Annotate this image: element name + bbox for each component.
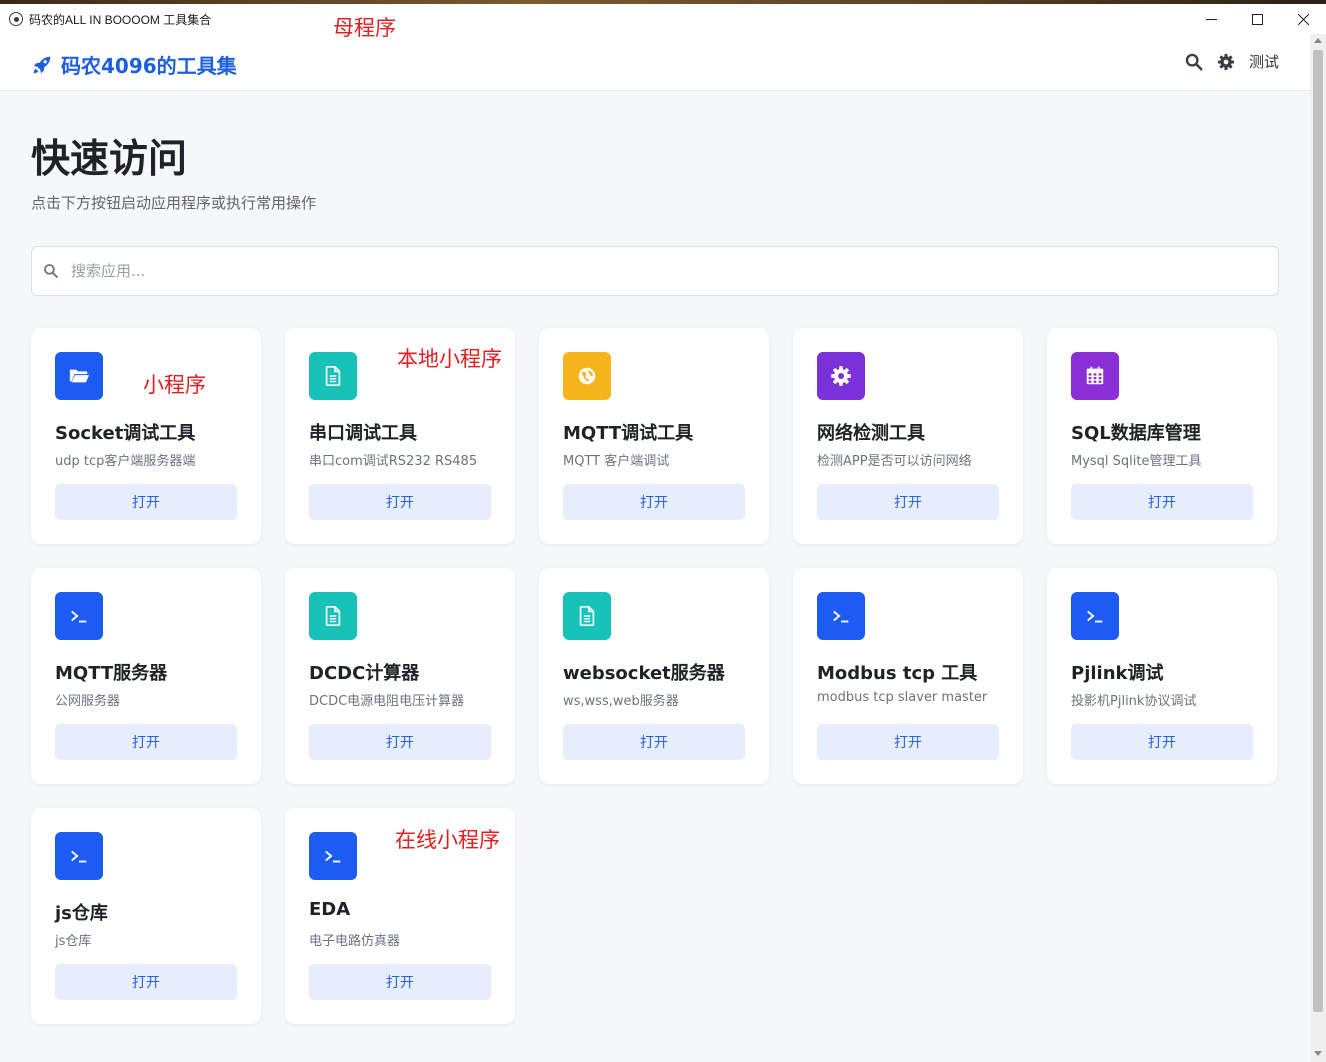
card-description: js仓库 — [55, 934, 92, 949]
app-header: 码农4096的工具集 测试 — [0, 34, 1310, 91]
card-description: 检测APP是否可以访问网络 — [817, 454, 972, 469]
app-card[interactable]: Socket调试工具 udp tcp客户端服务器端打开 — [31, 328, 261, 544]
scroll-down-arrow-icon[interactable] — [1314, 1051, 1322, 1056]
annotation-online-mini-program: 在线小程序 — [395, 828, 500, 852]
card-description: DCDC电源电阻电压计算器 — [309, 694, 465, 709]
scrollbar[interactable] — [1310, 34, 1326, 1062]
maximize-icon — [1251, 13, 1263, 25]
app-card[interactable]: Pjlink调试投影机Pjlink协议调试打开 — [1047, 568, 1277, 784]
annotation-parent-program: 母程序 — [333, 16, 396, 40]
card-description: 公网服务器 — [55, 694, 121, 709]
open-button[interactable]: 打开 — [55, 724, 237, 760]
page-title: 快速访问 — [31, 137, 188, 182]
gear-icon — [817, 352, 865, 400]
globe-icon — [563, 352, 611, 400]
card-title: 网络检测工具 — [817, 423, 925, 444]
card-title: websocket服务器 — [563, 663, 725, 684]
app-card[interactable]: 网络检测工具检测APP是否可以访问网络打开 — [793, 328, 1023, 544]
app-card[interactable]: SQL数据库管理 Mysql Sqlite管理工具打开 — [1047, 328, 1277, 544]
card-title: EDA — [309, 899, 351, 920]
app-card[interactable]: Modbus tcp 工具 modbus tcp slaver master 打开 — [793, 568, 1023, 784]
card-title: DCDC计算器 — [309, 663, 420, 684]
card-title: js仓库 — [55, 903, 108, 924]
annotation-mini-program: 小程序 — [143, 373, 206, 397]
card-title: MQTT服务器 — [55, 663, 168, 684]
file-icon — [563, 592, 611, 640]
terminal-icon — [817, 592, 865, 640]
terminal-icon — [55, 592, 103, 640]
app-card[interactable]: websocket服务器 ws,wss,web服务器打开 — [539, 568, 769, 784]
page-subtitle: 点击下方按钮启动应用程序或执行常用操作 — [31, 194, 317, 212]
open-button[interactable]: 打开 — [309, 724, 491, 760]
file-icon — [309, 352, 357, 400]
open-button[interactable]: 打开 — [1071, 484, 1253, 520]
annotation-local-mini-program: 本地小程序 — [397, 347, 502, 371]
card-title: Socket调试工具 — [55, 423, 196, 444]
brand-title: 码农4096的工具集 — [61, 54, 237, 78]
card-description: ws,wss,web服务器 — [563, 694, 679, 709]
calendar-icon — [1071, 352, 1119, 400]
card-description: udp tcp客户端服务器端 — [55, 454, 196, 469]
scroll-up-arrow-icon[interactable] — [1314, 38, 1322, 43]
folder-open-icon — [55, 352, 103, 400]
terminal-icon — [309, 832, 357, 880]
minimize-button[interactable] — [1188, 4, 1234, 34]
card-title: MQTT调试工具 — [563, 423, 694, 444]
open-button[interactable]: 打开 — [1071, 724, 1253, 760]
window-controls — [1188, 4, 1326, 34]
search-box[interactable] — [31, 246, 1279, 296]
card-title: Modbus tcp 工具 — [817, 663, 978, 684]
test-link[interactable]: 测试 — [1249, 51, 1279, 72]
gear-icon[interactable] — [1217, 53, 1235, 71]
app-card[interactable]: DCDC计算器 DCDC电源电阻电压计算器打开 — [285, 568, 515, 784]
open-button[interactable]: 打开 — [55, 484, 237, 520]
card-description: Mysql Sqlite管理工具 — [1071, 454, 1202, 469]
open-button[interactable]: 打开 — [55, 964, 237, 1000]
scroll-thumb[interactable] — [1313, 50, 1323, 1012]
maximize-button[interactable] — [1234, 4, 1280, 34]
card-title: 串口调试工具 — [309, 423, 417, 444]
open-button[interactable]: 打开 — [309, 964, 491, 1000]
app-card[interactable]: MQTT调试工具 MQTT 客户端调试打开 — [539, 328, 769, 544]
terminal-icon — [1071, 592, 1119, 640]
window-titlebar: 码农的ALL IN BOOOOM 工具集合 — [0, 4, 1326, 34]
card-description: 投影机Pjlink协议调试 — [1071, 694, 1197, 709]
terminal-icon — [55, 832, 103, 880]
window-title: 码农的ALL IN BOOOOM 工具集合 — [29, 12, 212, 27]
brand[interactable]: 码农4096的工具集 — [31, 50, 237, 79]
header-actions: 测试 — [1171, 51, 1279, 72]
card-description: 电子电路仿真器 — [309, 934, 401, 949]
app-card-grid: Socket调试工具 udp tcp客户端服务器端打开 串口调试工具串口com调试R… — [31, 328, 1279, 1024]
close-icon — [1297, 13, 1309, 25]
open-button[interactable]: 打开 — [309, 484, 491, 520]
card-title: Pjlink调试 — [1071, 663, 1164, 684]
card-description: 串口com调试RS232 RS485 — [309, 454, 478, 469]
open-button[interactable]: 打开 — [817, 484, 999, 520]
open-button[interactable]: 打开 — [563, 724, 745, 760]
search-icon[interactable] — [1185, 53, 1203, 71]
card-description: modbus tcp slaver master — [817, 690, 988, 705]
open-button[interactable]: 打开 — [563, 484, 745, 520]
close-button[interactable] — [1280, 4, 1326, 34]
open-button[interactable]: 打开 — [817, 724, 999, 760]
app-card[interactable]: js仓库 js仓库打开 — [31, 808, 261, 1024]
app-logo-icon — [9, 12, 23, 26]
search-input[interactable] — [71, 262, 1221, 280]
search-icon — [44, 264, 58, 278]
app-card[interactable]: MQTT服务器公网服务器打开 — [31, 568, 261, 784]
card-title: SQL数据库管理 — [1071, 423, 1201, 444]
rocket-icon — [33, 56, 51, 73]
card-description: MQTT 客户端调试 — [563, 454, 670, 469]
minimize-icon — [1205, 18, 1217, 20]
file-icon — [309, 592, 357, 640]
